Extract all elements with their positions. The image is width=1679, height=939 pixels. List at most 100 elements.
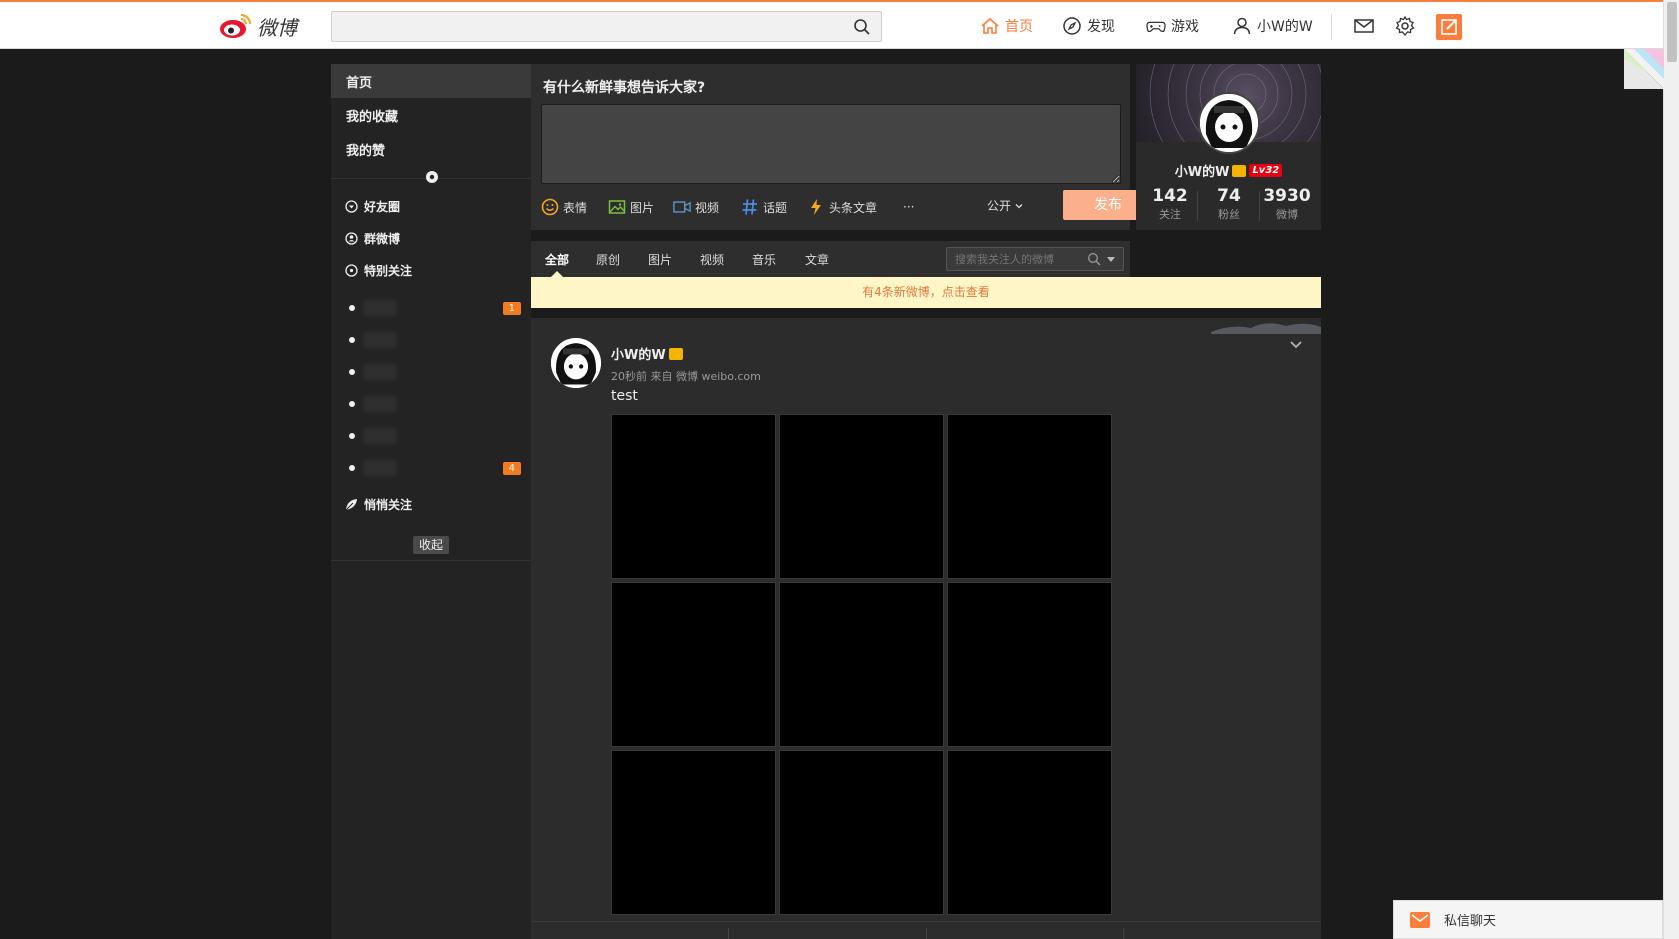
sidebar-item-label: 首页 xyxy=(346,75,373,91)
level-badge[interactable]: Lv32 xyxy=(1249,164,1283,177)
stat-followers[interactable]: 74 粉丝 xyxy=(1203,186,1255,222)
tool-topic[interactable]: 话题 xyxy=(741,195,787,219)
post-image[interactable] xyxy=(779,414,944,579)
nav-profile-label: 小W的W xyxy=(1257,19,1313,35)
feed-search-box xyxy=(946,247,1124,271)
post-image-grid xyxy=(611,414,1112,915)
image-icon xyxy=(608,200,626,214)
new-posts-notice[interactable]: 有4条新微博，点击查看 xyxy=(531,277,1321,308)
settings-gear-icon[interactable] xyxy=(425,170,439,184)
post-image[interactable] xyxy=(947,582,1112,747)
vip-crown-icon[interactable] xyxy=(1232,164,1247,177)
emoji-icon xyxy=(541,198,559,216)
post-author-name[interactable]: 小W的W xyxy=(611,344,666,363)
sidebar-group-item[interactable]: 4 xyxy=(349,458,521,478)
sidebar-group-item[interactable]: 1 xyxy=(349,298,521,318)
avatar[interactable] xyxy=(551,338,601,388)
post-image[interactable] xyxy=(611,582,776,747)
sidebar-group-item[interactable] xyxy=(349,362,521,382)
nav-discover-label: 发现 xyxy=(1087,19,1115,35)
tool-image[interactable]: 图片 xyxy=(608,195,654,219)
gear-icon[interactable] xyxy=(1394,15,1416,37)
tab-images[interactable]: 图片 xyxy=(648,251,672,268)
unread-badge: 1 xyxy=(502,301,521,315)
post-image[interactable] xyxy=(611,414,776,579)
sidebar-item-likes[interactable]: 我的赞 xyxy=(331,132,531,166)
tool-headline-article[interactable]: 头条文章 xyxy=(807,195,877,219)
search-input[interactable] xyxy=(332,12,881,41)
tab-original[interactable]: 原创 xyxy=(596,251,620,268)
profile-card: 小W的W Lv32 142 关注 74 粉丝 3930 微博 xyxy=(1136,64,1321,230)
tab-all[interactable]: 全部 xyxy=(545,251,569,268)
sidebar-sub-label: 群微博 xyxy=(364,231,401,246)
tab-videos[interactable]: 视频 xyxy=(700,251,724,268)
tool-more[interactable]: ··· xyxy=(903,195,914,219)
compose-button[interactable] xyxy=(1436,14,1462,40)
post-image[interactable] xyxy=(947,414,1112,579)
sidebar-group-item[interactable] xyxy=(349,330,521,350)
sidebar-item-group-weibo[interactable]: 群微博 xyxy=(345,226,400,250)
top-navigation-bar: 微博 首页 发现 游戏 小W的W xyxy=(0,0,1663,49)
search-icon[interactable] xyxy=(853,18,871,36)
post-image[interactable] xyxy=(947,750,1112,915)
corner-ribbon-icon[interactable] xyxy=(1624,49,1664,89)
chevron-down-icon[interactable] xyxy=(1289,340,1303,350)
blurred-group-name xyxy=(363,460,397,476)
blurred-group-name xyxy=(363,300,397,316)
page-scrollbar[interactable] xyxy=(1663,0,1679,939)
stat-number: 74 xyxy=(1217,186,1241,206)
tab-music[interactable]: 音乐 xyxy=(752,251,776,268)
sidebar-divider xyxy=(331,560,531,561)
vip-crown-icon[interactable] xyxy=(668,347,683,360)
sidebar-group-item[interactable] xyxy=(349,394,521,414)
bullet-dot xyxy=(349,401,355,407)
stat-following[interactable]: 142 关注 xyxy=(1144,186,1196,222)
private-message-chat-bar[interactable]: 私信聊天 xyxy=(1393,900,1663,939)
profile-name[interactable]: 小W的W xyxy=(1175,161,1230,180)
post-image[interactable] xyxy=(779,582,944,747)
tool-label: 表情 xyxy=(563,200,588,215)
stat-posts[interactable]: 3930 微博 xyxy=(1261,186,1313,222)
visibility-label: 公开 xyxy=(987,199,1012,213)
nav-discover[interactable]: 发现 xyxy=(1062,14,1115,38)
bullet-dot xyxy=(349,337,355,343)
tool-label: 头条文章 xyxy=(829,200,878,215)
stat-number: 3930 xyxy=(1263,186,1311,206)
collapse-button[interactable]: 收起 xyxy=(413,536,449,554)
sidebar-item-friends-circle[interactable]: 好友圈 xyxy=(345,194,400,218)
profile-name-row: 小W的W Lv32 xyxy=(1136,161,1321,180)
more-icon: ··· xyxy=(903,200,915,214)
stat-label: 粉丝 xyxy=(1218,208,1240,221)
feed-search-input[interactable] xyxy=(947,249,1077,271)
weibo-logo[interactable]: 微博 xyxy=(219,8,297,44)
envelope-icon xyxy=(1410,911,1430,928)
tab-articles[interactable]: 文章 xyxy=(805,251,829,268)
sidebar-group-item[interactable] xyxy=(349,426,521,446)
post-action-bar xyxy=(531,921,1321,939)
stat-number: 142 xyxy=(1152,186,1188,206)
scrollbar-thumb[interactable] xyxy=(1667,2,1677,62)
sidebar-item-special-follow[interactable]: 特别关注 xyxy=(345,258,412,282)
nav-home[interactable]: 首页 xyxy=(980,14,1033,38)
sidebar-item-home[interactable]: 首页 xyxy=(331,64,531,98)
tool-video[interactable]: 视频 xyxy=(673,195,719,219)
composer-textarea[interactable] xyxy=(541,104,1121,184)
sidebar-item-quiet-follow[interactable]: 悄悄关注 xyxy=(345,492,412,516)
search-icon[interactable] xyxy=(1087,252,1101,266)
post-image[interactable] xyxy=(779,750,944,915)
sidebar-sub-label: 悄悄关注 xyxy=(364,497,413,512)
user-icon xyxy=(1233,17,1251,35)
action-divider xyxy=(728,928,729,939)
caret-down-icon[interactable] xyxy=(1107,257,1115,262)
post-composer: 有什么新鲜事想告诉大家? 表情 图片 视频 话题 头条文章 ··· 公开 发布 xyxy=(531,64,1153,230)
visibility-dropdown[interactable]: 公开 xyxy=(987,197,1024,214)
sidebar-item-favorites[interactable]: 我的收藏 xyxy=(331,98,531,132)
group-icon xyxy=(345,231,358,245)
post-meta: 20秒前 来自 微博 weibo.com xyxy=(611,370,761,383)
tool-emoji[interactable]: 表情 xyxy=(541,195,587,219)
nav-games[interactable]: 游戏 xyxy=(1146,14,1199,38)
post-image[interactable] xyxy=(611,750,776,915)
nav-profile[interactable]: 小W的W xyxy=(1232,14,1313,38)
mail-icon[interactable] xyxy=(1353,15,1375,37)
avatar[interactable] xyxy=(1198,92,1260,154)
